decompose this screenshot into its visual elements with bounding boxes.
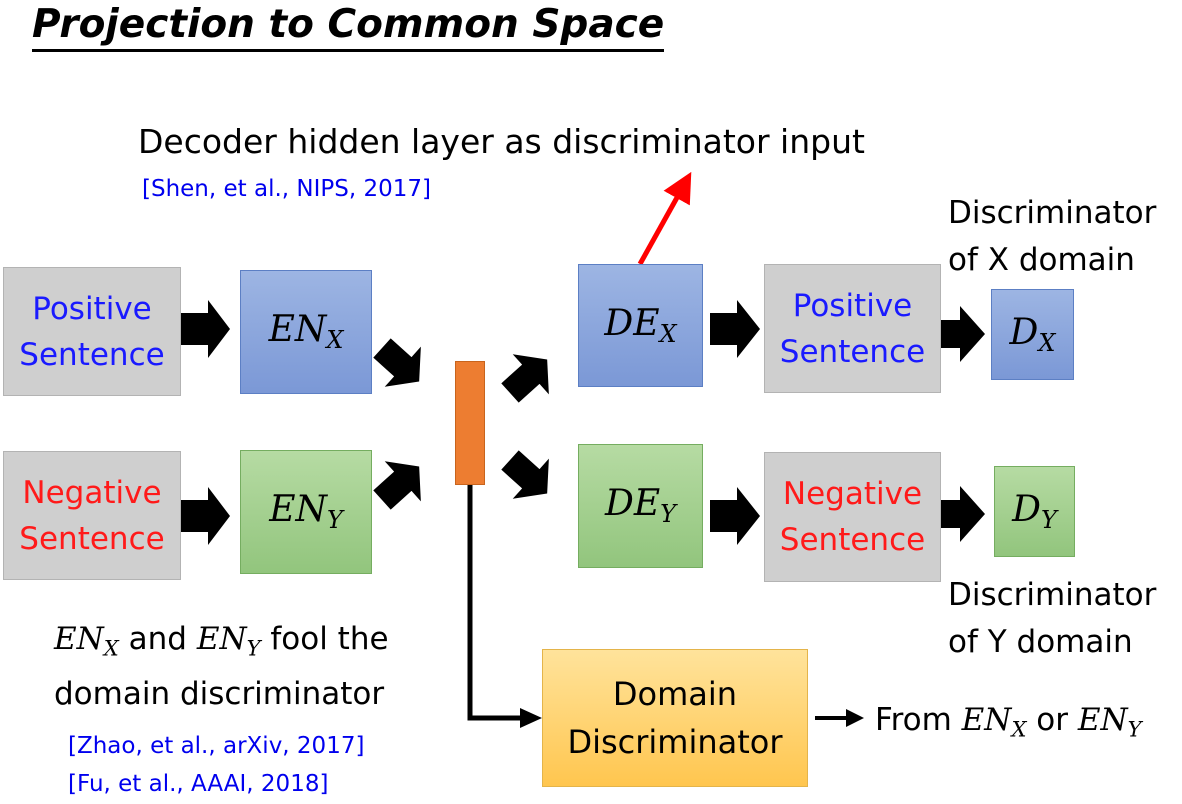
domain-discriminator-box: Domain Discriminator [542,649,808,787]
arrow-latent-to-dex [501,354,549,403]
arrow-output-to-dx [941,306,985,362]
discriminator-x-caption-line1: Discriminator [948,195,1157,231]
fool-note-line2: domain discriminator [54,676,385,713]
arrow-eny-to-latent [373,461,421,510]
positive-input-line2: Sentence [19,336,165,373]
discriminator-y-caption: Discriminator of Y domain [948,572,1156,666]
fool-note: ENX and ENY fool the domain discriminato… [54,616,389,718]
decoder-x-label: DEX [604,302,677,349]
fu-citation: [Fu, et al., AAAI, 2018] [68,771,329,797]
encoder-x-label: ENX [268,309,344,355]
latent-to-domain-head [520,708,542,728]
positive-output-line1: Positive [792,287,913,324]
negative-input-box: Negative Sentence [3,451,181,580]
domain-discriminator-line1: Domain [612,675,738,713]
arrow-output-to-dy [941,486,985,542]
decoder-y-box: DEY [578,444,703,568]
discriminator-x-label: DX [1009,311,1056,358]
negative-output-line1: Negative [782,476,923,512]
discriminator-y-label: DY [1012,488,1057,535]
arrow-dey-to-output [710,487,760,545]
domain-output-text: From ENX or ENY [875,702,1142,742]
domain-discriminator-line2: Discriminator [567,723,783,761]
negative-input-line2: Sentence [19,520,165,557]
fool-note-line1: ENX and ENY fool the [54,621,389,661]
common-space-vector [455,361,485,485]
arrow-neg-to-eny [181,487,230,545]
encoder-x-box: ENX [240,270,372,394]
negative-input-line1: Negative [22,474,162,511]
domain-output-arrow-head [846,709,864,727]
encoder-y-label: ENY [269,489,343,535]
discriminator-x-caption-line2: of X domain [948,242,1135,278]
decoder-hidden-arrow [637,171,692,266]
positive-output-line2: Sentence [779,333,926,370]
arrow-pos-to-enx [181,300,230,358]
latent-to-domain-connector [467,485,522,721]
arrow-latent-to-dey [501,450,549,499]
decoder-x-box: DEX [578,264,703,387]
positive-input-box: Positive Sentence [3,267,181,396]
arrow-enx-to-latent [373,338,421,387]
discriminator-y-caption-line1: Discriminator [948,577,1157,613]
arrow-dex-to-output [710,300,760,358]
decoder-y-label: DEY [605,483,676,529]
positive-output-box: Positive Sentence [764,264,941,393]
negative-output-box: Negative Sentence [764,452,941,582]
discriminator-y-caption-line2: of Y domain [948,624,1133,660]
discriminator-x-caption: Discriminator of X domain [948,190,1156,284]
negative-output-line2: Sentence [779,522,926,558]
encoder-y-box: ENY [240,450,372,574]
zhao-citation: [Zhao, et al., arXiv, 2017] [68,733,365,759]
discriminator-y-box: DY [994,466,1075,557]
positive-input-line1: Positive [32,290,152,327]
discriminator-x-box: DX [991,289,1074,380]
